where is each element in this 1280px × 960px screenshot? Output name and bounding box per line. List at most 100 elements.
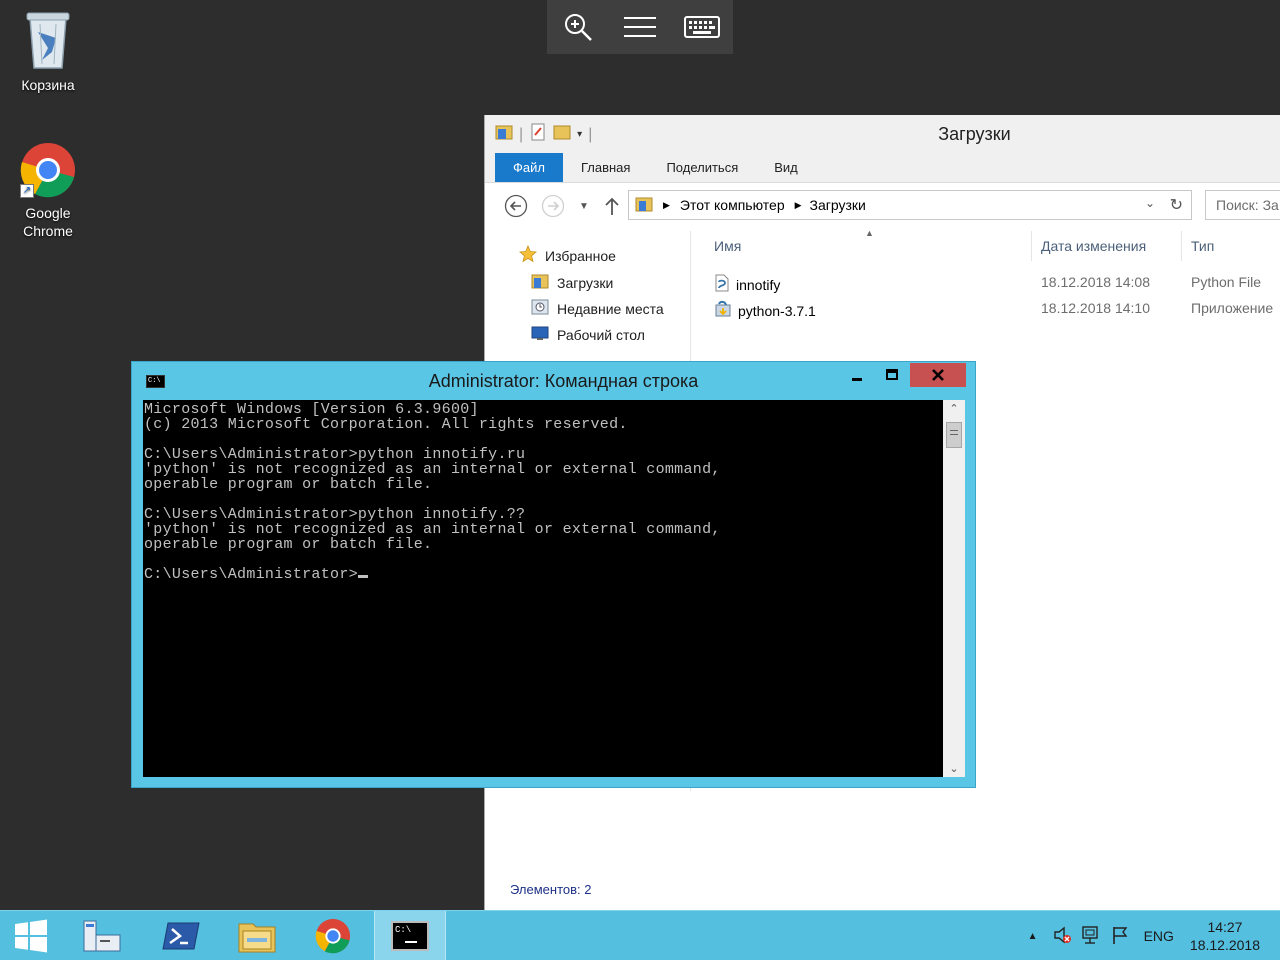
search-input[interactable]: Поиск: За — [1205, 190, 1280, 220]
clock[interactable]: 14:27 18.12.2018 — [1190, 918, 1260, 954]
scroll-down-icon[interactable]: ⌄ — [943, 762, 965, 775]
clock-date: 18.12.2018 — [1189, 937, 1260, 953]
nav-favorites-label: Избранное — [545, 247, 616, 264]
breadcrumb-chevron-icon[interactable]: ▶ — [795, 200, 802, 211]
console-line: operable program or batch file. — [144, 476, 433, 493]
nav-item-label: Рабочий стол — [557, 326, 645, 343]
table-row[interactable]: python-3.7.1 18.12.2018 14:10 Приложение — [692, 295, 1280, 321]
keyboard-icon[interactable] — [680, 5, 724, 49]
console-text: Microsoft Windows [Version 6.3.9600] (c) … — [143, 400, 943, 582]
cmd-window: C:\ Administrator: Командная строка Micr… — [131, 361, 976, 788]
column-header-date[interactable]: Дата изменения — [1032, 231, 1182, 261]
desktop-icon-chrome[interactable]: ↗ Google Chrome — [0, 140, 96, 240]
table-row[interactable]: innotify 18.12.2018 14:08 Python File — [692, 269, 1280, 295]
close-button[interactable] — [910, 363, 966, 387]
address-row: ▼ ▶ Этот компьютер ▶ Загрузки ⌄ ↻ Поиск:… — [485, 183, 1280, 231]
text-cursor — [357, 575, 368, 578]
address-bar[interactable]: ▶ Этот компьютер ▶ Загрузки ⌄ ↻ — [628, 190, 1192, 220]
ribbon-tabs: Файл Главная Поделиться Вид — [485, 153, 1280, 183]
show-hidden-icons-icon[interactable]: ▲ — [1028, 931, 1038, 942]
tab-share[interactable]: Поделиться — [648, 153, 756, 182]
cmd-titlebar[interactable]: C:\ Administrator: Командная строка — [132, 362, 975, 400]
downloads-folder-icon — [531, 272, 549, 293]
console-output[interactable]: Microsoft Windows [Version 6.3.9600] (c) … — [143, 400, 943, 777]
shortcut-arrow-icon: ↗ — [20, 184, 34, 198]
tab-home[interactable]: Главная — [563, 153, 648, 182]
file-name: innotify — [736, 276, 781, 293]
scroll-up-icon[interactable]: ⌃ — [943, 402, 965, 415]
desktop-icon — [531, 324, 549, 345]
up-button[interactable] — [599, 193, 625, 219]
console-line: 'python' is not recognized as an interna… — [144, 461, 721, 478]
python-file-icon — [714, 274, 730, 295]
language-indicator[interactable]: ENG — [1144, 928, 1174, 944]
refresh-icon[interactable]: ↻ — [1170, 195, 1183, 215]
recent-places-icon — [531, 298, 549, 319]
maximize-button[interactable] — [875, 363, 909, 387]
network-icon[interactable] — [1080, 925, 1102, 948]
chrome-icon: ↗ — [18, 140, 78, 200]
address-folder-icon — [635, 195, 655, 216]
system-tray: ▲ ENG 14:27 18.12.2018 — [1028, 911, 1280, 960]
breadcrumb-chevron-icon[interactable]: ▶ — [663, 200, 670, 211]
nav-item-desktop[interactable]: Рабочий стол — [531, 324, 645, 345]
column-header-name[interactable]: Имя — [692, 231, 1032, 261]
status-bar-count: Элементов: 2 — [510, 882, 592, 897]
cmd-title: Administrator: Командная строка — [428, 371, 699, 391]
console-line: (c) 2013 Microsoft Corporation. All righ… — [144, 416, 628, 433]
breadcrumb-downloads[interactable]: Загрузки — [810, 197, 866, 213]
file-type: Python File — [1191, 274, 1262, 290]
start-button[interactable] — [0, 911, 62, 960]
recycle-bin-label: Корзина — [21, 77, 75, 93]
installer-icon — [714, 300, 732, 321]
console-prompt: C:\Users\Administrator> — [144, 566, 358, 583]
back-button[interactable] — [503, 193, 529, 219]
nav-favorites[interactable]: Избранное — [519, 244, 616, 266]
breadcrumb-this-pc[interactable]: Этот компьютер — [680, 197, 785, 213]
chrome-label-line1: Google — [25, 205, 71, 221]
cmd-icon: C:\ — [391, 921, 429, 951]
menu-icon[interactable] — [618, 5, 662, 49]
nav-item-label: Недавние места — [557, 300, 664, 317]
tab-view[interactable]: Вид — [756, 153, 816, 182]
scroll-thumb[interactable] — [946, 422, 962, 448]
file-name: python-3.7.1 — [738, 302, 816, 319]
zoom-in-icon[interactable] — [556, 5, 600, 49]
taskbar-powershell[interactable] — [145, 911, 217, 960]
console-prompt-line: C:\Users\Administrator> — [144, 567, 943, 582]
nav-item-downloads[interactable]: Загрузки — [531, 272, 613, 293]
column-header-type[interactable]: Тип — [1182, 231, 1280, 261]
file-date: 18.12.2018 14:08 — [1041, 274, 1150, 290]
clock-time: 14:27 — [1207, 919, 1243, 935]
file-type: Приложение — [1191, 300, 1274, 316]
console-line: C:\Users\Administrator>python innotify.r… — [144, 446, 526, 463]
console-line: C:\Users\Administrator>python innotify.?… — [144, 506, 526, 523]
forward-button[interactable] — [540, 193, 566, 219]
chrome-label-line2: Chrome — [23, 223, 73, 239]
address-dropdown-icon[interactable]: ⌄ — [1145, 196, 1155, 210]
taskbar: C:\ ▲ ENG 14:27 18.12.2018 — [0, 910, 1280, 960]
explorer-title: Загрузки — [938, 124, 1011, 144]
console-line: operable program or batch file. — [144, 536, 433, 553]
nav-item-recent-places[interactable]: Недавние места — [531, 298, 664, 319]
grip-lines — [950, 430, 958, 435]
taskbar-cmd[interactable]: C:\ — [374, 911, 446, 960]
taskbar-file-explorer[interactable] — [221, 911, 293, 960]
minimize-button[interactable] — [840, 363, 874, 387]
tab-file[interactable]: Файл — [495, 153, 563, 182]
recycle-bin-icon — [22, 8, 74, 72]
vertical-scrollbar[interactable]: ⌃ ⌄ — [943, 400, 965, 777]
remote-toolbar — [547, 0, 733, 54]
console-line: Microsoft Windows [Version 6.3.9600] — [144, 401, 479, 418]
taskbar-server-manager[interactable] — [66, 911, 138, 960]
action-center-icon[interactable] — [1052, 925, 1072, 948]
desktop-icon-recycle-bin[interactable]: Корзина — [0, 8, 96, 94]
flag-icon[interactable] — [1110, 925, 1130, 948]
explorer-titlebar: | ▾ | Загрузки — [485, 115, 1280, 153]
recent-locations-dropdown-icon[interactable]: ▼ — [571, 193, 597, 219]
console-line: 'python' is not recognized as an interna… — [144, 521, 721, 538]
taskbar-chrome[interactable] — [297, 911, 369, 960]
